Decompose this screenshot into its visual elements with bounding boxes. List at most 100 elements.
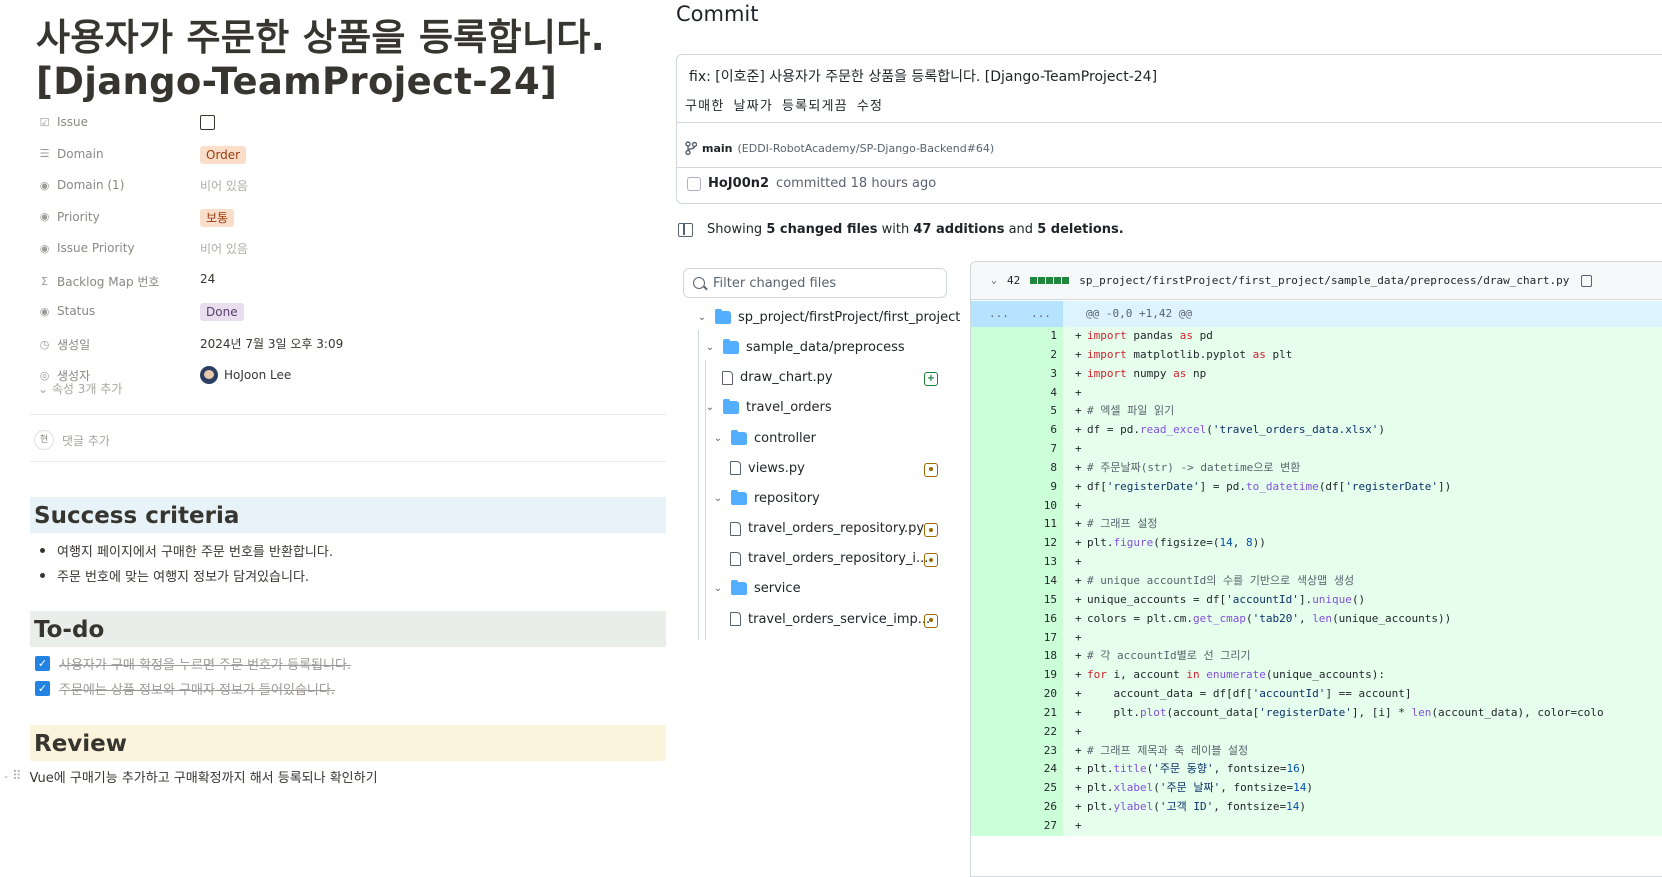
line-number[interactable]: 7 xyxy=(971,440,1063,459)
tree-file[interactable]: views.py xyxy=(730,461,805,476)
tree-file[interactable]: draw_chart.py xyxy=(722,370,833,385)
line-number[interactable]: 8 xyxy=(971,458,1063,478)
line-number[interactable]: 17 xyxy=(971,628,1063,648)
property-name[interactable]: ◉ Priority xyxy=(38,210,100,224)
property-value[interactable]: 비어 있음 xyxy=(200,177,248,194)
property-value[interactable]: 보통 xyxy=(200,208,235,227)
author-avatar[interactable] xyxy=(687,176,701,191)
line-number[interactable]: 12 xyxy=(971,534,1063,554)
line-number[interactable]: 10 xyxy=(971,496,1063,516)
property-name[interactable]: ◉ Status xyxy=(38,304,96,318)
line-number[interactable]: 26 xyxy=(971,798,1063,817)
chevron-down-icon[interactable]: ⌄ xyxy=(712,583,724,594)
property-value[interactable]: Order xyxy=(200,145,247,164)
property-name[interactable]: ◷ 생성일 xyxy=(38,336,90,353)
checked-checkbox-icon[interactable]: ✓ xyxy=(35,681,50,696)
chevron-down-icon[interactable]: ⌄ xyxy=(991,275,997,286)
chevron-down-icon[interactable]: ⌄ xyxy=(712,433,724,444)
more-properties-toggle[interactable]: ⌄ 속성 3개 추가 xyxy=(38,380,122,397)
line-number[interactable]: 18 xyxy=(971,647,1063,667)
tree-folder[interactable]: ⌄ controller xyxy=(712,429,816,446)
line-number[interactable]: 1 xyxy=(971,327,1063,346)
tree-folder[interactable]: ⌄ service xyxy=(712,580,801,596)
property-label: Backlog Map 번호 xyxy=(57,274,160,289)
tree-folder[interactable]: ⌄ repository xyxy=(712,489,820,506)
line-number[interactable]: 23 xyxy=(971,741,1063,761)
property-name[interactable]: ◉ Issue Priority xyxy=(38,241,135,255)
chevron-down-icon[interactable]: ⌄ xyxy=(712,493,724,504)
author-name[interactable]: HoJ00n2 xyxy=(708,176,769,191)
line-number[interactable]: 27 xyxy=(971,816,1063,836)
addition-marker: + xyxy=(1075,668,1082,682)
bullet-item[interactable]: 주문 번호에 맞는 여행지 정보가 담겨있습니다. xyxy=(40,566,309,585)
issue-checkbox[interactable] xyxy=(200,115,215,130)
code-text: account_data = df[df['accountId'] == acc… xyxy=(1087,687,1412,701)
property-name[interactable]: Σ Backlog Map 번호 xyxy=(38,273,159,290)
line-number[interactable]: 14 xyxy=(971,571,1063,591)
property-value[interactable]: Done xyxy=(200,303,244,321)
hunk-new-dots: ... xyxy=(1031,307,1051,320)
chevron-down-icon[interactable]: ⌄ xyxy=(696,312,708,323)
line-number[interactable]: 3 xyxy=(971,364,1063,384)
add-comment-placeholder: 댓글 추가 xyxy=(62,433,110,448)
property-value[interactable]: 2024년 7월 3일 오후 3:09 xyxy=(200,335,343,352)
copy-icon[interactable] xyxy=(1581,274,1593,287)
diff-line: 17 + xyxy=(971,628,1662,648)
chevron-down-icon[interactable]: ⌄ xyxy=(704,342,716,353)
add-comment[interactable]: 현 댓글 추가 xyxy=(34,430,110,450)
addition-marker: + xyxy=(1075,498,1082,512)
addition-marker: + xyxy=(1075,724,1082,738)
line-number[interactable]: 24 xyxy=(971,760,1063,780)
branch-name[interactable]: main xyxy=(702,142,733,155)
checked-checkbox-icon[interactable]: ✓ xyxy=(35,656,50,671)
property-row: ◉ Issue Priority 비어 있음 xyxy=(36,237,706,269)
review-text-block[interactable]: - ⠿ Vue에 구매기능 추가하고 구매확정까지 해서 등록되나 확인하기 xyxy=(4,767,378,786)
line-number[interactable]: 13 xyxy=(971,553,1063,572)
line-number[interactable]: 11 xyxy=(971,515,1063,535)
toggle-sidebar-icon[interactable] xyxy=(678,222,693,237)
branch-info[interactable]: main (EDDI-RobotAcademy/SP-Django-Backen… xyxy=(685,141,994,155)
tree-file[interactable]: travel_orders_repository_i... xyxy=(730,551,928,566)
line-number[interactable]: 2 xyxy=(971,345,1063,365)
line-number[interactable]: 21 xyxy=(971,703,1063,723)
change-count: 42 xyxy=(1007,274,1021,287)
tree-folder[interactable]: ⌄ travel_orders xyxy=(704,399,832,415)
property-value[interactable]: HoJoon Lee xyxy=(200,366,291,384)
drag-handle-icon[interactable]: ⠿ xyxy=(12,769,22,784)
line-number[interactable]: 16 xyxy=(971,609,1063,629)
tree-folder[interactable]: ⌄ sp_project/firstProject/first_project xyxy=(696,309,960,325)
property-value[interactable] xyxy=(200,114,215,130)
line-number[interactable]: 25 xyxy=(971,779,1063,799)
tree-file[interactable]: travel_orders_repository.py xyxy=(730,521,924,536)
line-number[interactable]: 15 xyxy=(971,590,1063,610)
todo-item[interactable]: ✓ 사용자가 구매 확정을 누르면 주문 번호가 등록됩니다. xyxy=(35,654,351,673)
todo-item[interactable]: ✓ 주문에는 상품 정보와 구매자 정보가 들어있습니다. xyxy=(35,679,335,698)
tree-label: travel_orders_service_imp... xyxy=(748,611,931,627)
line-number[interactable]: 20 xyxy=(971,685,1063,704)
branch-ref[interactable]: (EDDI-RobotAcademy/SP-Django-Backend#64) xyxy=(738,142,995,155)
line-number[interactable]: 5 xyxy=(971,402,1063,422)
line-number[interactable]: 9 xyxy=(971,477,1063,497)
page-title[interactable]: 사용자가 주문한 상품을 등록합니다. [Django-TeamProject-… xyxy=(36,16,696,104)
bullet-item[interactable]: 여행지 페이지에서 구매한 주문 번호를 반환합니다. xyxy=(40,541,333,560)
line-number[interactable]: 22 xyxy=(971,722,1063,742)
property-value[interactable]: 24 xyxy=(200,272,215,286)
filter-files-input[interactable]: Filter changed files xyxy=(683,268,947,298)
property-name[interactable]: ◉ Domain (1) xyxy=(38,178,125,192)
add-block-icon[interactable]: - xyxy=(4,770,8,783)
line-number[interactable]: 19 xyxy=(971,666,1063,686)
addition-marker: + xyxy=(1075,781,1082,795)
line-number[interactable]: 6 xyxy=(971,421,1063,441)
addition-marker: + xyxy=(1075,800,1082,814)
heading-review[interactable]: Review xyxy=(30,725,666,761)
heading-todo[interactable]: To-do xyxy=(30,611,666,647)
line-number[interactable]: 4 xyxy=(971,383,1063,403)
tree-file[interactable]: travel_orders_service_imp... xyxy=(730,612,930,627)
heading-success-criteria[interactable]: Success criteria xyxy=(30,497,666,533)
diff-file-path[interactable]: sp_project/firstProject/first_project/sa… xyxy=(1079,274,1569,287)
tree-folder[interactable]: ⌄ sample_data/preprocess xyxy=(704,339,905,355)
property-value[interactable]: 비어 있음 xyxy=(200,240,248,257)
code-text: plt.xlabel('주문 날짜', fontsize=14) xyxy=(1087,781,1313,795)
property-name[interactable]: ☰ Domain xyxy=(38,147,104,161)
property-name[interactable]: ☑ Issue xyxy=(38,115,88,129)
